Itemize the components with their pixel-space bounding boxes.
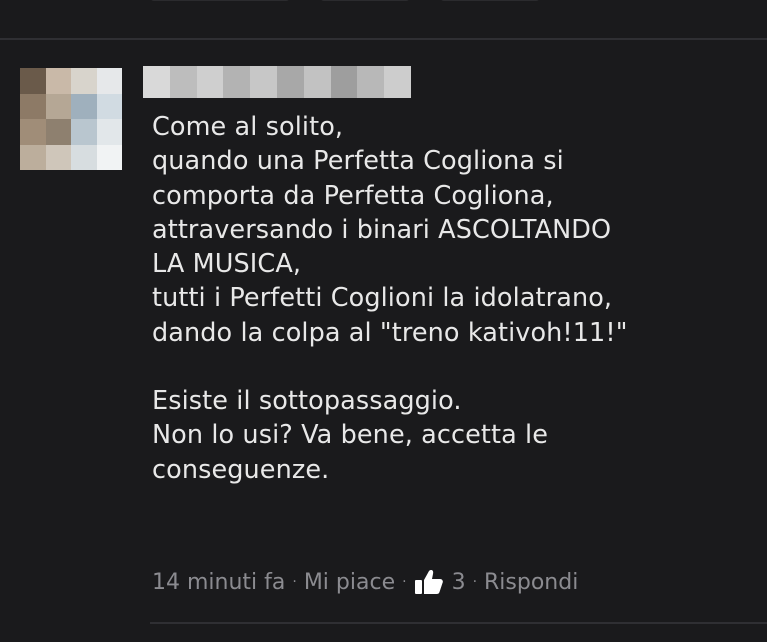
thumbs-up-icon[interactable] <box>414 568 444 596</box>
comment-line: LA MUSICA, <box>152 249 302 280</box>
timestamp[interactable]: 14 minuti fa <box>152 570 285 595</box>
comment-line: attraversando i binari ASCOLTANDO <box>152 214 612 245</box>
comment-text: Come al solito, quando una Perfetta Cogl… <box>152 110 752 487</box>
author-name-blurred[interactable] <box>143 66 411 98</box>
comment-line: conseguenze. <box>152 454 330 485</box>
comment-line: dando la colpa al "treno kativoh!11!" <box>152 317 628 348</box>
comment-line: Non lo usi? Va bene, accetta le <box>152 420 548 451</box>
divider <box>0 38 767 40</box>
comment-line: quando una Perfetta Cogliona si <box>152 146 564 177</box>
reply-button[interactable]: Rispondi <box>484 570 578 595</box>
comment-line: tutti i Perfetti Coglioni la idolatrano, <box>152 283 613 314</box>
like-count[interactable]: 3 <box>452 570 466 595</box>
comment-line: Come al solito, <box>152 112 344 142</box>
separator: · <box>292 574 297 590</box>
separator: · <box>472 574 478 590</box>
comment-line: comporta da Perfetta Cogliona, <box>152 180 554 211</box>
comment-line: Esiste il sottopassaggio. <box>152 386 462 417</box>
avatar[interactable] <box>20 68 122 170</box>
like-button[interactable]: Mi piace <box>304 570 395 595</box>
comment-meta: 14 minuti fa · Mi piace · 3 · Rispondi <box>152 564 578 600</box>
divider <box>150 622 767 624</box>
previous-comment-fragment <box>150 0 580 6</box>
separator: · <box>402 574 407 590</box>
